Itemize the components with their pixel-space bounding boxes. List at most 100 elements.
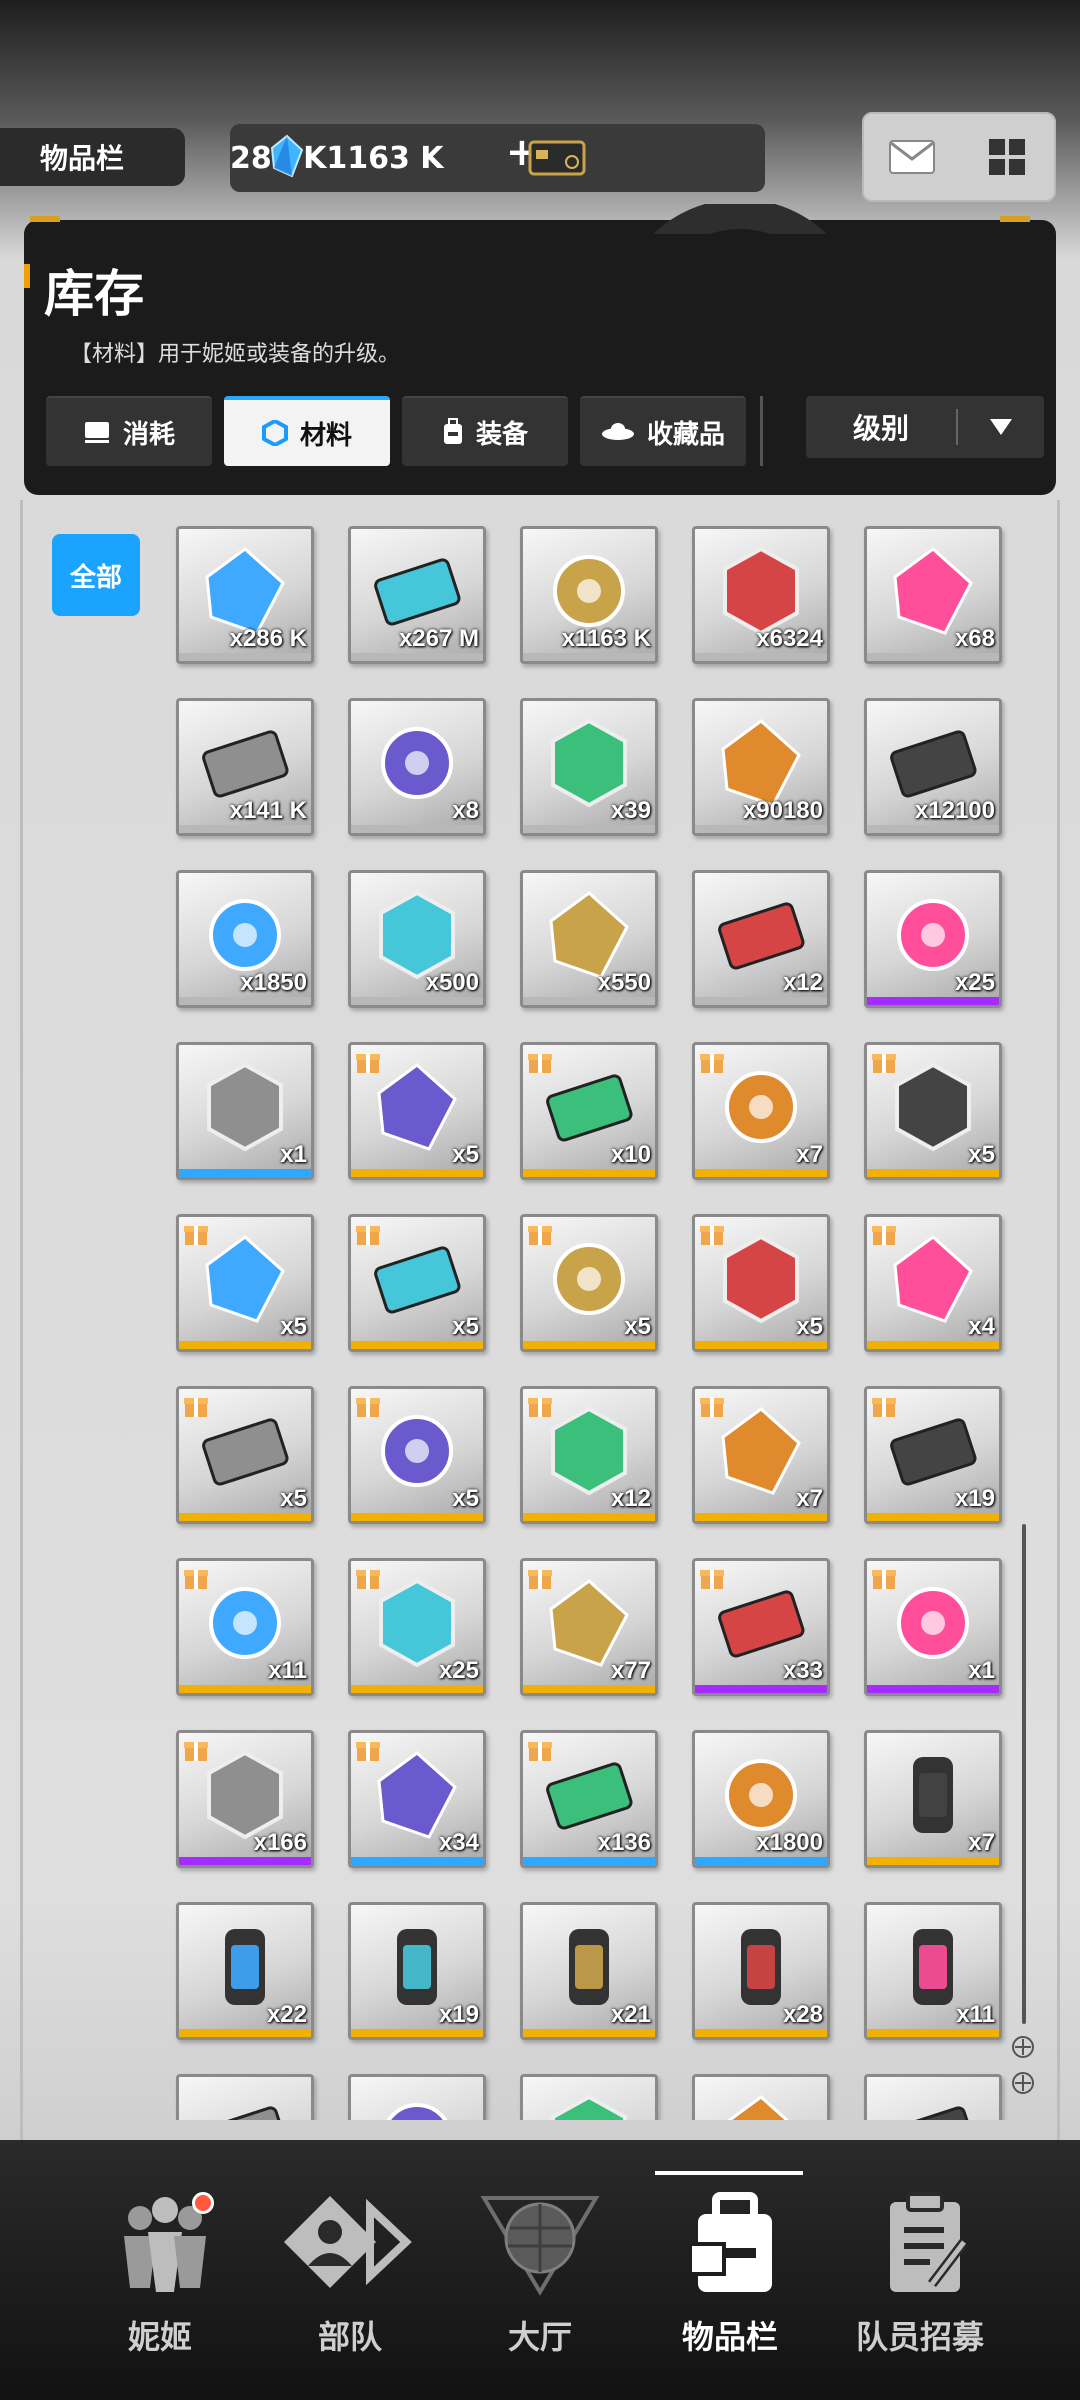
rarity-bar — [867, 825, 999, 833]
gem-currency — [270, 134, 304, 178]
inventory-item[interactable]: x21 — [520, 1902, 658, 2040]
tab-material[interactable]: 材料 — [224, 396, 390, 466]
inventory-item[interactable]: x166 — [176, 1730, 314, 1868]
inventory-item[interactable]: x77 — [520, 1558, 658, 1696]
rarity-bar — [695, 1169, 827, 1177]
inventory-item[interactable]: x5 — [348, 1042, 486, 1180]
nav-squad[interactable]: 部队 — [260, 2170, 440, 2370]
partial-item-3-icon — [551, 2094, 627, 2120]
inventory-item[interactable]: x4 — [864, 1214, 1002, 1352]
rarity-bar — [523, 825, 655, 833]
inventory-item[interactable]: x11 — [176, 1558, 314, 1696]
inventory-item[interactable]: x267 M — [348, 526, 486, 664]
inventory-item[interactable]: x22 — [176, 1902, 314, 2040]
inventory-item[interactable]: x1 — [176, 1042, 314, 1180]
item-count: x11 — [956, 2001, 995, 2028]
inventory-item[interactable]: x25 — [864, 870, 1002, 1008]
inventory-item[interactable]: x500 — [348, 870, 486, 1008]
item-count: x5 — [452, 1485, 479, 1512]
inventory-item[interactable]: x7 — [692, 1386, 830, 1524]
inventory-item[interactable]: x286 K — [176, 526, 314, 664]
inventory-item[interactable]: x12 — [692, 870, 830, 1008]
rarity-bar — [695, 1341, 827, 1349]
tab-collectibles[interactable]: 收藏品 — [580, 396, 746, 466]
inventory-item[interactable] — [520, 2074, 658, 2120]
mail-icon[interactable] — [882, 127, 942, 187]
item-count: x19 — [438, 2001, 479, 2028]
gift-icon — [356, 1570, 380, 1589]
filter-all-button[interactable]: 全部 — [52, 534, 140, 616]
inventory-item[interactable]: x12100 — [864, 698, 1002, 836]
rarity-bar — [523, 653, 655, 661]
inventory-item[interactable]: x1850 — [176, 870, 314, 1008]
item-count: x7 — [796, 1485, 823, 1512]
inventory-item[interactable]: x141 K — [176, 698, 314, 836]
inventory-item[interactable]: x5 — [520, 1214, 658, 1352]
nav-nikke[interactable]: 妮姬 — [70, 2170, 250, 2370]
inventory-item[interactable]: x10 — [520, 1042, 658, 1180]
gift-icon — [700, 1054, 724, 1073]
backpack-icon — [443, 418, 462, 444]
inventory-item[interactable]: x7 — [692, 1042, 830, 1180]
inventory-item[interactable]: x28 — [692, 1902, 830, 2040]
inventory-item[interactable] — [864, 2074, 1002, 2120]
inventory-item[interactable]: x8 — [348, 698, 486, 836]
inventory-item[interactable]: x5 — [176, 1386, 314, 1524]
item-count: x4 — [968, 1313, 995, 1340]
gift-icon — [872, 1054, 896, 1073]
tab-consumable[interactable]: 消耗 — [46, 396, 212, 466]
inventory-item[interactable]: x550 — [520, 870, 658, 1008]
inventory-item[interactable]: x7 — [864, 1730, 1002, 1868]
rarity-bar — [351, 1341, 483, 1349]
inventory-item[interactable]: x1163 K — [520, 526, 658, 664]
inventory-item[interactable]: x12 — [520, 1386, 658, 1524]
inventory-item[interactable]: x136 — [520, 1730, 658, 1868]
partial-item-2-icon — [386, 2103, 448, 2120]
rarity-bar — [179, 1169, 311, 1177]
inventory-item[interactable]: x68 — [864, 526, 1002, 664]
inventory-item[interactable]: x1800 — [692, 1730, 830, 1868]
inventory-item[interactable]: x5 — [176, 1214, 314, 1352]
scrollbar[interactable] — [1022, 1524, 1026, 2024]
scroll-up-icon[interactable] — [1010, 2034, 1036, 2060]
grid-menu-icon[interactable] — [977, 127, 1037, 187]
rarity-bar — [523, 1169, 655, 1177]
card-amount: 1163 K — [326, 140, 444, 176]
rarity-bar — [695, 1857, 827, 1865]
nav-lobby[interactable]: 大厅 — [450, 2170, 630, 2370]
nav-recruit[interactable]: 队员招募 — [830, 2170, 1010, 2370]
inventory-item[interactable]: x19 — [864, 1386, 1002, 1524]
rarity-bar — [867, 1169, 999, 1177]
squad-icon — [284, 2196, 412, 2288]
inventory-item[interactable]: x5 — [348, 1386, 486, 1524]
inventory-item[interactable]: x5 — [864, 1042, 1002, 1180]
rarity-bar — [351, 825, 483, 833]
inventory-item[interactable]: x25 — [348, 1558, 486, 1696]
inventory-item[interactable]: x5 — [692, 1214, 830, 1352]
item-grid-viewport[interactable]: x286 K x267 M x1163 K x6324 x68 x141 K x8 x39 x9… — [160, 520, 1020, 2120]
inventory-item[interactable]: x90180 — [692, 698, 830, 836]
inventory-item[interactable]: x33 — [692, 1558, 830, 1696]
pet-food-bowl-icon — [374, 1246, 461, 1314]
statue-icon — [725, 1071, 797, 1143]
inventory-item[interactable] — [176, 2074, 314, 2120]
inventory-item[interactable]: x6324 — [692, 526, 830, 664]
gift-icon — [872, 1226, 896, 1245]
inventory-item[interactable]: x39 — [520, 698, 658, 836]
tab-equipment[interactable]: 装备 — [402, 396, 568, 466]
inventory-item[interactable]: x11 — [864, 1902, 1002, 2040]
inventory-item[interactable]: x34 — [348, 1730, 486, 1868]
inventory-item[interactable]: x1 — [864, 1558, 1002, 1696]
inventory-item[interactable] — [692, 2074, 830, 2120]
nav-label: 部队 — [317, 2318, 382, 2356]
sort-select[interactable]: 级别 — [806, 396, 1044, 458]
nav-inventory[interactable]: 物品栏 — [640, 2170, 820, 2370]
rarity-bar — [351, 997, 483, 1005]
inventory-item[interactable]: x5 — [348, 1214, 486, 1352]
inventory-item[interactable] — [348, 2074, 486, 2120]
item-count: x25 — [438, 1657, 479, 1684]
inventory-item[interactable]: x19 — [348, 1902, 486, 2040]
inventory-icon — [688, 2192, 772, 2292]
scroll-down-icon[interactable] — [1010, 2070, 1036, 2096]
rarity-bar — [523, 1341, 655, 1349]
